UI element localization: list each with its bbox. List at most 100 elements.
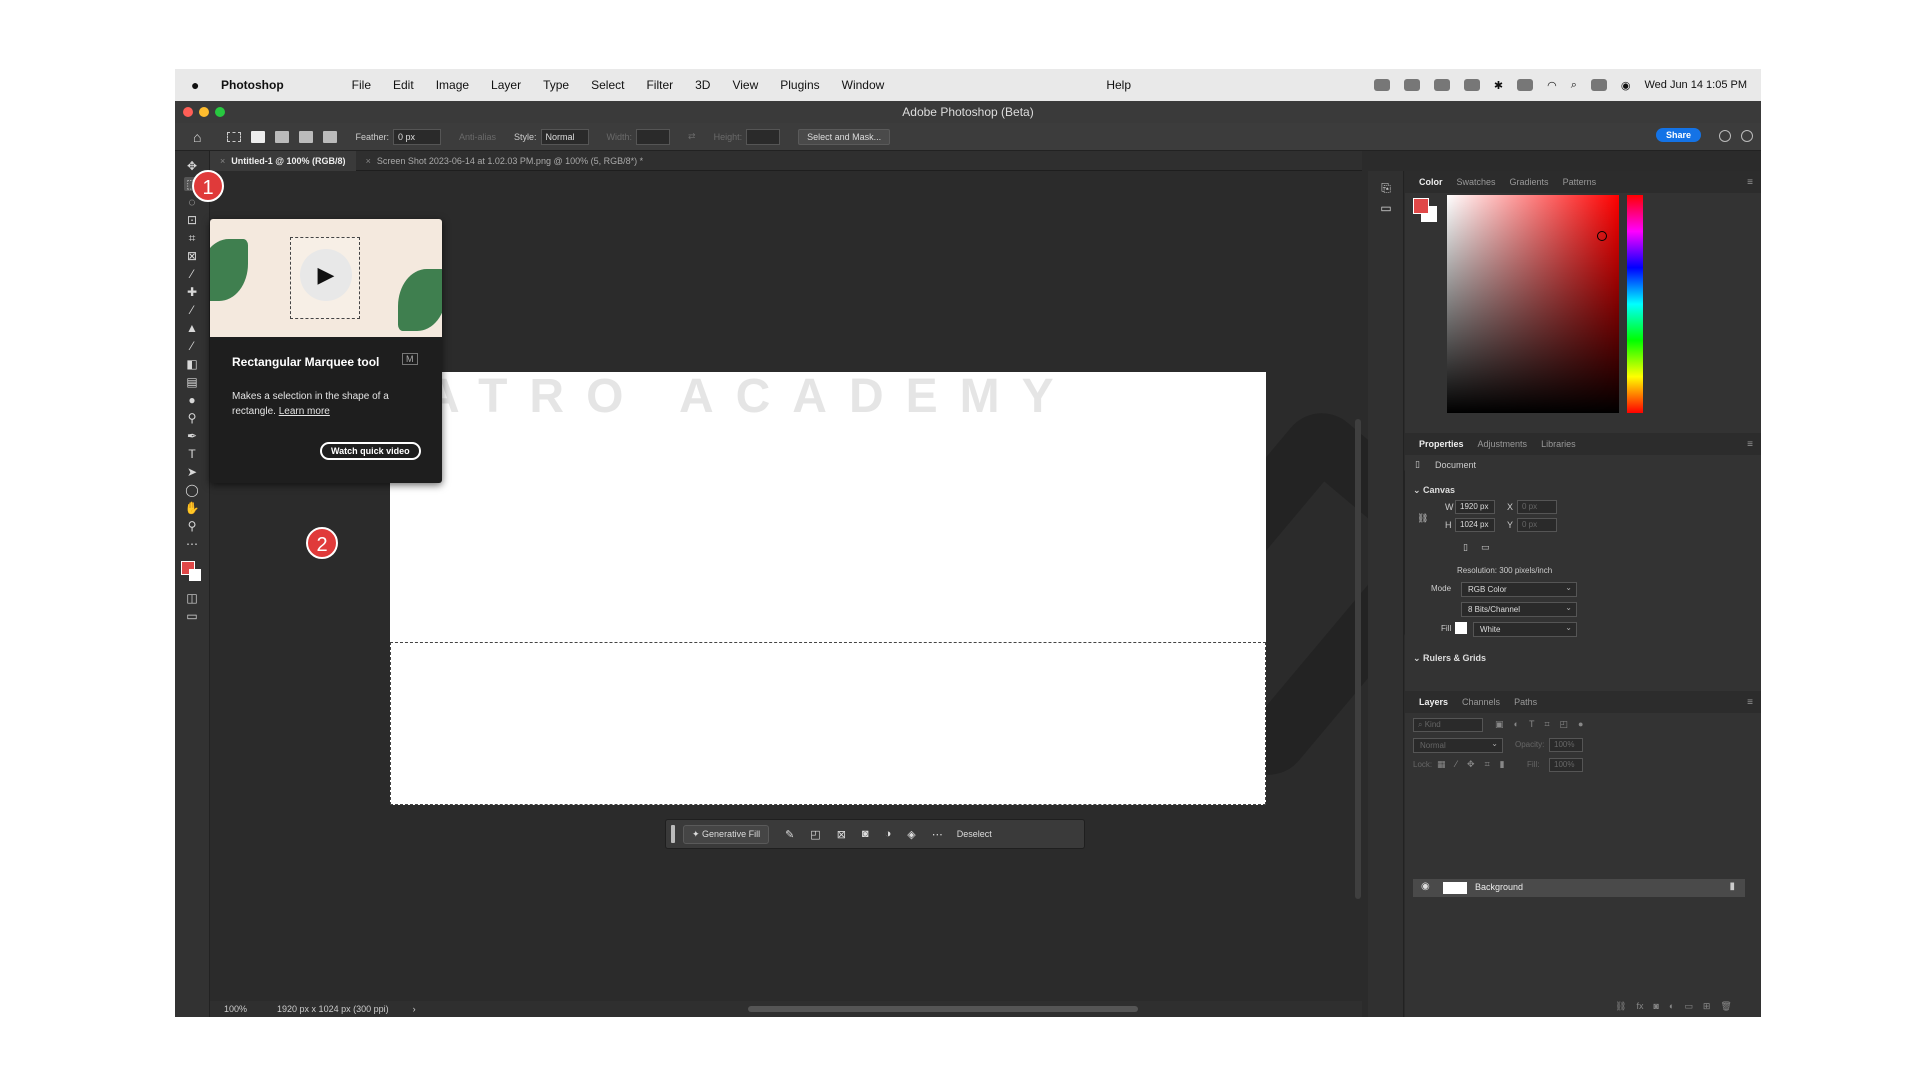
feather-input[interactable]: 0 px	[393, 128, 441, 145]
new-group-icon[interactable]: ▭	[1684, 1001, 1693, 1012]
close-tab-icon[interactable]: ×	[220, 156, 225, 166]
tab-screenshot[interactable]: × Screen Shot 2023-06-14 at 1.02.03 PM.pn…	[356, 151, 654, 171]
menu-help[interactable]: Help	[1106, 78, 1131, 92]
new-selection-icon[interactable]	[251, 130, 266, 143]
panel-menu-icon[interactable]: ≡	[1747, 697, 1753, 708]
close-window-button[interactable]	[183, 107, 193, 117]
tab-swatches[interactable]: Swatches	[1457, 177, 1496, 187]
select-and-mask-button[interactable]: Select and Mask...	[798, 128, 891, 145]
zoom-window-button[interactable]	[215, 107, 225, 117]
canvas-section[interactable]: ⌄ Canvas	[1413, 485, 1455, 496]
layer-kind-filter[interactable]: ⌕ Kind	[1413, 718, 1483, 732]
shape-filter-icon[interactable]: ⌗	[1544, 719, 1549, 730]
new-adjustment-icon[interactable]: ◐	[1669, 1001, 1674, 1012]
brush-tool-icon[interactable]: ⁄	[184, 303, 200, 317]
clone-stamp-tool-icon[interactable]: ▲	[184, 321, 200, 335]
canvas-width-input[interactable]: 1920 px	[1455, 500, 1495, 514]
tab-channels[interactable]: Channels	[1462, 697, 1500, 707]
invert-selection-icon[interactable]: ◰	[810, 828, 820, 841]
document-canvas[interactable]	[390, 372, 1266, 805]
intersect-selection-icon[interactable]	[323, 130, 338, 143]
add-mask-icon[interactable]: ◙	[1653, 1001, 1658, 1012]
dodge-tool-icon[interactable]: ⚲	[184, 411, 200, 425]
menu-window[interactable]: Window	[842, 78, 885, 92]
tool-tip-preview[interactable]: ▶	[210, 219, 442, 337]
more-tools-icon[interactable]: ⋯	[184, 537, 200, 551]
canvas-x-input[interactable]: 0 px	[1517, 500, 1557, 514]
battery-icon[interactable]	[1517, 79, 1534, 91]
tab-color[interactable]: Color	[1419, 177, 1443, 187]
play-icon[interactable]	[1463, 79, 1480, 91]
menu-image[interactable]: Image	[436, 78, 469, 92]
menu-view[interactable]: View	[732, 78, 758, 92]
hand-tool-icon[interactable]: ✋	[184, 501, 200, 515]
minimize-window-button[interactable]	[199, 107, 209, 117]
lock-position-icon[interactable]: ✥	[1467, 759, 1475, 770]
control-center-icon[interactable]	[1590, 79, 1607, 91]
wifi-icon[interactable]: ◠	[1547, 79, 1557, 92]
link-layers-icon[interactable]: ⛓	[1615, 1001, 1626, 1012]
home-icon[interactable]: ⌂	[193, 129, 201, 145]
history-brush-tool-icon[interactable]: ⁄	[184, 339, 200, 353]
horizontal-scrollbar[interactable]	[748, 1006, 1138, 1012]
menubar-clock[interactable]: Wed Jun 14 1:05 PM	[1644, 79, 1747, 91]
lock-artboard-icon[interactable]: ⌗	[1485, 759, 1490, 770]
canvas-height-input[interactable]: 1024 px	[1455, 518, 1495, 532]
new-layer-icon[interactable]: ⊞	[1703, 1001, 1711, 1012]
history-panel-icon[interactable]: ⎘	[1378, 181, 1394, 195]
visibility-eye-icon[interactable]: ◉	[1421, 881, 1430, 892]
eyedropper-tool-icon[interactable]: ⁄	[184, 267, 200, 281]
adjustment-filter-icon[interactable]: ◐	[1514, 719, 1519, 730]
menu-file[interactable]: File	[352, 78, 371, 92]
vertical-scrollbar[interactable]	[1355, 419, 1361, 899]
ellipse-tool-icon[interactable]: ◯	[184, 483, 200, 497]
tab-gradients[interactable]: Gradients	[1510, 177, 1549, 187]
siri-icon[interactable]: ◉	[1621, 79, 1631, 92]
share-button[interactable]: Share	[1655, 128, 1701, 142]
color-picker-ring[interactable]	[1597, 231, 1607, 241]
menu-edit[interactable]: Edit	[393, 78, 414, 92]
pixel-filter-icon[interactable]: ▣	[1495, 719, 1504, 730]
bit-depth-select[interactable]: 8 Bits/Channel	[1461, 601, 1577, 617]
menu-3d[interactable]: 3D	[695, 78, 710, 92]
zoom-level[interactable]: 100%	[224, 1004, 247, 1014]
background-color-swatch[interactable]	[189, 569, 201, 581]
zoom-tool-icon[interactable]: ⚲	[184, 519, 200, 533]
tab-paths[interactable]: Paths	[1514, 697, 1537, 707]
generative-fill-button[interactable]: ✦ Generative Fill	[683, 824, 770, 844]
path-selection-tool-icon[interactable]: ➤	[184, 465, 200, 479]
fill-selection-icon[interactable]: ◈	[907, 828, 915, 841]
transform-selection-icon[interactable]: ⊠	[837, 828, 846, 841]
gradient-tool-icon[interactable]: ▤	[184, 375, 200, 389]
panel-menu-icon[interactable]: ≡	[1747, 177, 1753, 188]
tab-patterns[interactable]: Patterns	[1563, 177, 1597, 187]
lock-transparency-icon[interactable]: ▦	[1437, 759, 1446, 770]
bluetooth-icon[interactable]: ✱	[1494, 79, 1503, 92]
chevron-right-icon[interactable]: ›	[413, 1004, 416, 1014]
layer-fill-input[interactable]: 100%	[1549, 758, 1583, 772]
subtract-selection-icon[interactable]	[299, 130, 314, 143]
layer-lock-icon[interactable]: ▮	[1729, 881, 1735, 892]
marquee-preset-icon[interactable]	[227, 131, 242, 142]
menu-extra-icon[interactable]	[1373, 79, 1390, 91]
hue-slider[interactable]	[1627, 195, 1643, 413]
screen-mode-icon[interactable]: ▭	[184, 609, 200, 623]
object-selection-tool-icon[interactable]: ⊡	[184, 213, 200, 227]
move-tool-icon[interactable]: ✥	[184, 159, 200, 173]
crop-tool-icon[interactable]: ⌗	[184, 231, 200, 245]
pen-tool-icon[interactable]: ✒	[184, 429, 200, 443]
menu-filter[interactable]: Filter	[646, 78, 673, 92]
healing-brush-tool-icon[interactable]: ✚	[184, 285, 200, 299]
drag-handle[interactable]	[671, 825, 675, 843]
comments-panel-icon[interactable]: ▭	[1378, 201, 1394, 215]
play-icon[interactable]: ▶	[300, 249, 352, 301]
canvas-y-input[interactable]: 0 px	[1517, 518, 1557, 532]
filter-toggle-icon[interactable]: ●	[1578, 719, 1583, 730]
panel-menu-icon[interactable]: ≡	[1747, 439, 1753, 450]
style-select[interactable]: Normal	[540, 128, 589, 145]
type-tool-icon[interactable]: T	[184, 447, 200, 461]
apple-icon[interactable]: ●	[191, 77, 209, 93]
layer-style-icon[interactable]: fx	[1636, 1001, 1643, 1012]
tab-layers[interactable]: Layers	[1419, 697, 1448, 707]
watch-quick-video-button[interactable]: Watch quick video	[320, 442, 421, 460]
